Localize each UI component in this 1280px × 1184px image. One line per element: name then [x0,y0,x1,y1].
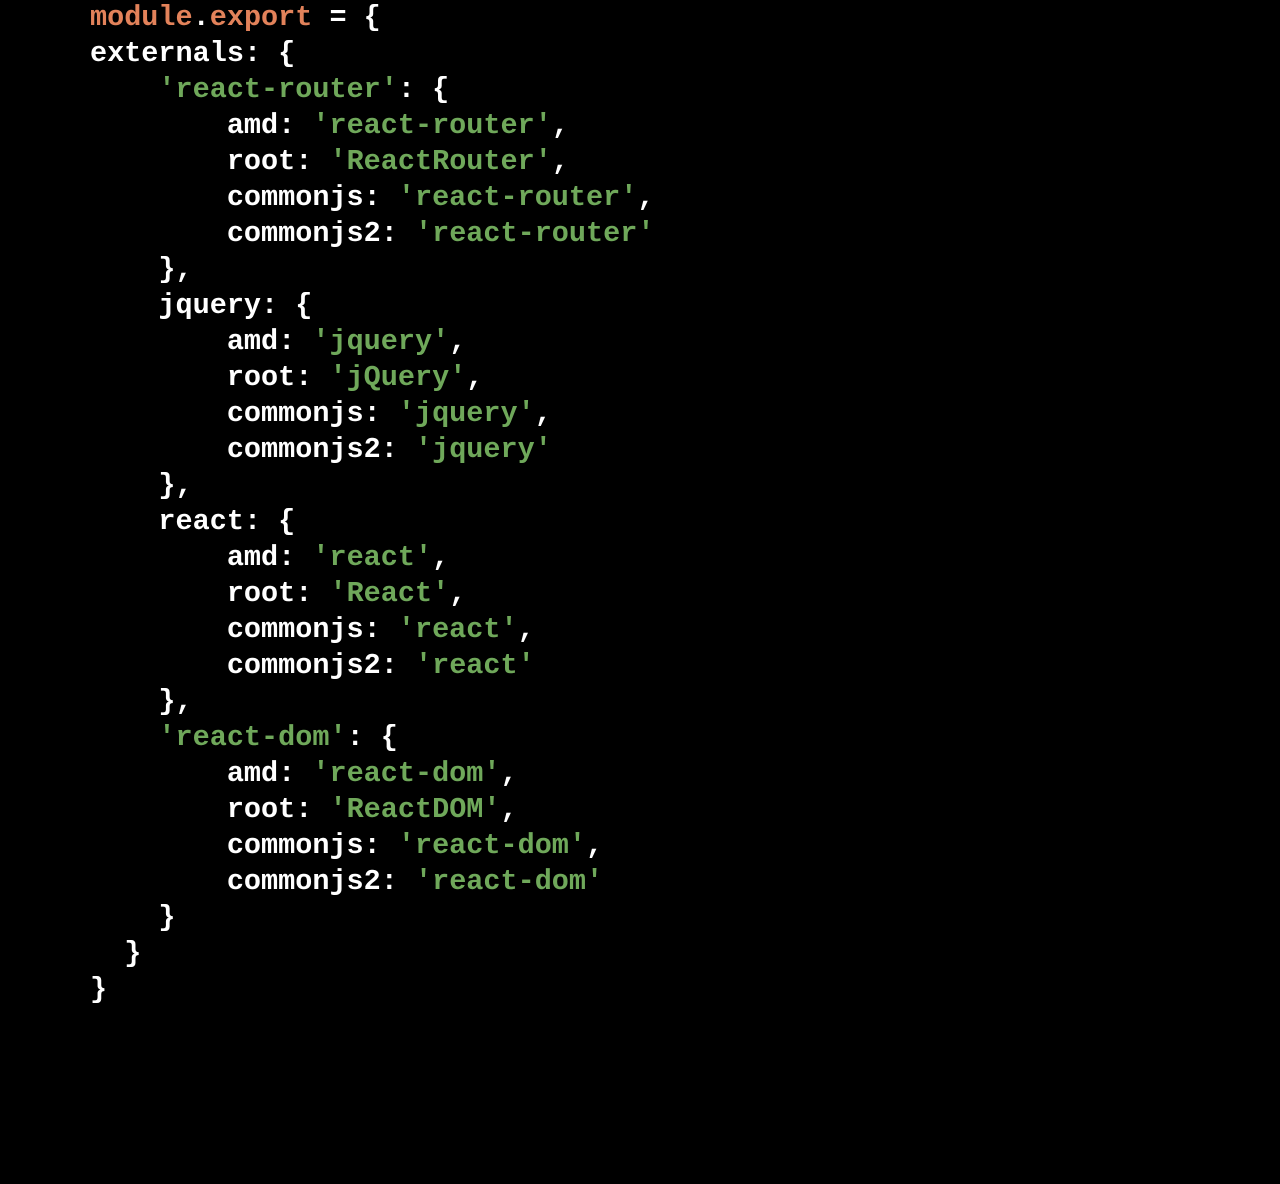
property-export: export [210,1,313,34]
string-value: 'React' [329,577,449,610]
key-root: root [227,577,295,610]
key-jquery: jquery [158,289,261,322]
colon: : [364,397,398,430]
string-value: 'ReactRouter' [329,145,551,178]
keyword-module: module [90,1,193,34]
key-react-router: 'react-router' [158,73,397,106]
string-value: 'jquery' [398,397,535,430]
open-brace: { [295,289,312,322]
colon: : [278,541,312,574]
dot: . [193,1,210,34]
key-commonjs: commonjs [227,397,364,430]
colon: : [364,181,398,214]
key-commonjs2: commonjs2 [227,217,381,250]
string-value: 'jquery' [312,325,449,358]
comma: , [449,577,466,610]
string-value: 'react' [415,649,535,682]
string-value: 'jQuery' [329,361,466,394]
close-brace: } [124,937,141,970]
colon: : [261,289,295,322]
colon: : [295,145,329,178]
colon: : [244,37,278,70]
comma: , [586,829,603,862]
key-commonjs: commonjs [227,829,364,862]
close-brace: } [158,901,175,934]
code-block: module.export = { externals: { 'react-ro… [0,0,1280,1008]
comma: , [176,469,193,502]
open-brace: { [364,1,381,34]
string-value: 'react-dom' [398,829,586,862]
key-root: root [227,793,295,826]
string-value: 'react-dom' [415,865,603,898]
key-amd: amd [227,109,278,142]
comma: , [552,109,569,142]
colon: : [381,433,415,466]
string-value: 'react' [312,541,432,574]
string-value: 'react-dom' [312,757,500,790]
close-brace: } [90,973,107,1006]
string-value: 'ReactDOM' [329,793,500,826]
comma: , [176,685,193,718]
key-amd: amd [227,757,278,790]
open-brace: { [432,73,449,106]
comma: , [535,397,552,430]
key-commonjs2: commonjs2 [227,433,381,466]
comma: , [432,541,449,574]
key-commonjs: commonjs [227,181,364,214]
colon: : [295,577,329,610]
key-commonjs: commonjs [227,613,364,646]
open-brace: { [278,505,295,538]
close-brace: } [158,469,175,502]
colon: : [381,217,415,250]
comma: , [449,325,466,358]
comma: , [466,361,483,394]
colon: : [278,757,312,790]
key-react: react [158,505,244,538]
comma: , [501,793,518,826]
string-value: 'react-router' [415,217,654,250]
string-value: 'react-router' [312,109,551,142]
colon: : [347,721,381,754]
key-amd: amd [227,541,278,574]
colon: : [381,865,415,898]
colon: : [278,109,312,142]
open-brace: { [381,721,398,754]
colon: : [381,649,415,682]
colon: : [244,505,278,538]
key-root: root [227,361,295,394]
comma: , [501,757,518,790]
close-brace: } [158,253,175,286]
key-commonjs2: commonjs2 [227,649,381,682]
open-brace: { [278,37,295,70]
colon: : [295,361,329,394]
colon: : [278,325,312,358]
comma: , [637,181,654,214]
colon: : [364,829,398,862]
colon: : [398,73,432,106]
key-amd: amd [227,325,278,358]
string-value: 'jquery' [415,433,552,466]
close-brace: } [158,685,175,718]
key-root: root [227,145,295,178]
key-react-dom: 'react-dom' [158,721,346,754]
string-value: 'react' [398,613,518,646]
key-commonjs2: commonjs2 [227,865,381,898]
string-value: 'react-router' [398,181,637,214]
comma: , [176,253,193,286]
equals: = [312,1,363,34]
comma: , [518,613,535,646]
colon: : [364,613,398,646]
comma: , [552,145,569,178]
key-externals: externals [90,37,244,70]
colon: : [295,793,329,826]
